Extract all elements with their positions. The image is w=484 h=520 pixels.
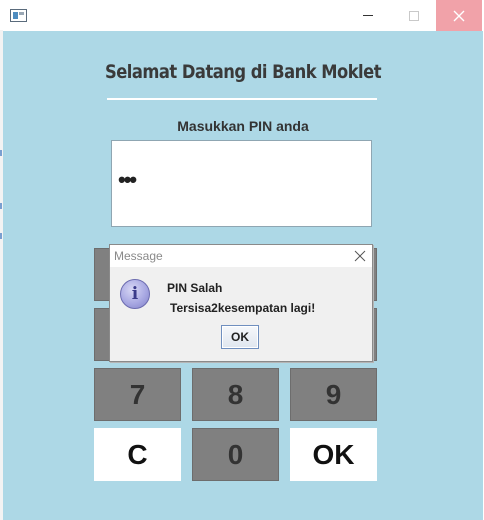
maximize-icon xyxy=(409,10,419,21)
pin-prompt-label: Masukkan PIN anda xyxy=(177,118,309,134)
key-7[interactable]: 7 xyxy=(94,368,181,421)
key-8[interactable]: 8 xyxy=(192,368,279,421)
dialog-titlebar: Message xyxy=(110,245,372,267)
pin-input[interactable]: ••• xyxy=(111,140,372,227)
dialog-close-icon[interactable] xyxy=(354,250,366,262)
page-title: Selamat Datang di Bank Moklet xyxy=(104,61,382,83)
key-9[interactable]: 9 xyxy=(290,368,377,421)
dialog-title: Message xyxy=(114,249,163,263)
dialog-message-title: PIN Salah xyxy=(167,281,223,295)
dialog-message-detail: Tersisa2kesempatan lagi! xyxy=(170,301,316,315)
app-window: Selamat Datang di Bank Moklet Masukkan P… xyxy=(0,0,484,520)
close-button[interactable] xyxy=(436,0,482,31)
maximize-button[interactable] xyxy=(391,0,437,31)
close-icon xyxy=(453,10,465,21)
minimize-button[interactable] xyxy=(345,0,391,31)
key-0[interactable]: 0 xyxy=(192,428,279,481)
window-titlebar xyxy=(3,0,483,31)
message-dialog: Message i PIN Salah Tersisa2kesempatan l… xyxy=(109,244,373,362)
key-clear[interactable]: C xyxy=(94,428,181,481)
info-icon: i xyxy=(120,279,150,309)
dialog-ok-button[interactable]: OK xyxy=(221,325,259,349)
minimize-icon xyxy=(363,15,373,16)
key-ok[interactable]: OK xyxy=(290,428,377,481)
app-window-icon xyxy=(10,9,27,22)
title-underline xyxy=(107,98,377,100)
